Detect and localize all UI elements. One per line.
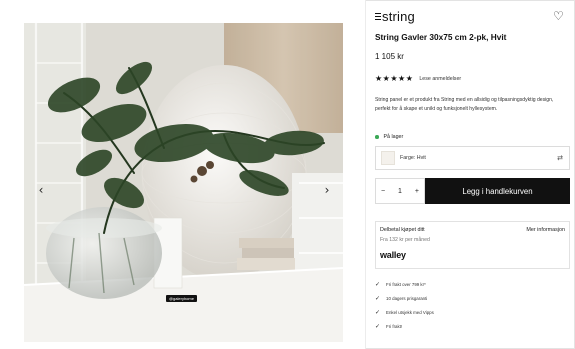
check-icon: ✓ [375, 322, 381, 330]
star-icon: ★ [390, 74, 398, 83]
usp-item: ✓ Fri frakt! [375, 319, 434, 333]
walley-logo: walley [380, 250, 406, 260]
color-label: Farge: Hvit [400, 155, 426, 161]
brand-name: string [382, 9, 415, 24]
quantity-stepper: − 1 + [375, 178, 425, 204]
photo-credit-tag: @galeryhome [166, 295, 197, 302]
usp-item: ✓ Enkel utsjekk med Vipps [375, 305, 434, 319]
usp-text: Fri frakt over 799 kr* [386, 281, 426, 287]
usp-text: Fri frakt! [386, 323, 403, 329]
usp-list: ✓ Fri frakt over 799 kr* ✓ 10 dagers prisg… [375, 277, 434, 333]
star-icon: ★ [375, 74, 383, 83]
rating: ★ ★ ★ ★ ★ Lese anmeldelser [375, 74, 461, 83]
stock-status: På lager [375, 134, 403, 140]
chevron-left-icon[interactable]: ‹ [34, 183, 48, 197]
financing-title: Delbetal kjøpet ditt [380, 227, 425, 233]
product-gallery: @galeryhome ‹ › [0, 0, 365, 349]
usp-text: Enkel utsjekk med Vipps [386, 309, 434, 315]
color-selector[interactable]: Farge: Hvit ⇄ [375, 146, 570, 170]
decrease-quantity-button[interactable]: − [381, 188, 385, 195]
star-icon: ★ [398, 74, 406, 83]
add-to-cart-button[interactable]: Legg i handlekurven [425, 178, 570, 204]
chevron-right-icon[interactable]: › [320, 183, 334, 197]
usp-item: ✓ Fri frakt over 799 kr* [375, 277, 434, 291]
check-icon: ✓ [375, 294, 381, 302]
brand-logo[interactable]: string [375, 9, 415, 24]
star-icon: ★ [382, 74, 390, 83]
product-title: String Gavler 30x75 cm 2-pk, Hvit [375, 32, 507, 42]
star-icon: ★ [405, 74, 413, 83]
more-info-link[interactable]: Mer informasjon [526, 227, 565, 233]
check-icon: ✓ [375, 280, 381, 288]
logo-lines-icon [375, 12, 381, 21]
reviews-link[interactable]: Lese anmeldelser [419, 76, 461, 82]
in-stock-dot-icon [375, 135, 379, 139]
financing-price: Fra 132 kr per måned [380, 237, 430, 243]
product-price: 1 105 kr [375, 52, 404, 61]
product-info-panel: string ♡ String Gavler 30x75 cm 2-pk, Hv… [365, 0, 575, 349]
check-icon: ✓ [375, 308, 381, 316]
financing-box: Delbetal kjøpet ditt Mer informasjon Fra… [375, 221, 570, 269]
usp-item: ✓ 10 dagers prisgaranti [375, 291, 434, 305]
wishlist-heart-icon[interactable]: ♡ [553, 10, 565, 22]
quantity-value[interactable]: 1 [398, 188, 402, 195]
swap-arrows-icon: ⇄ [557, 154, 563, 162]
stock-label: På lager [383, 134, 404, 140]
increase-quantity-button[interactable]: + [415, 188, 419, 195]
usp-text: 10 dagers prisgaranti [386, 295, 428, 301]
product-description: String panel er et produkt fra String me… [375, 97, 554, 112]
color-swatch [381, 151, 395, 165]
